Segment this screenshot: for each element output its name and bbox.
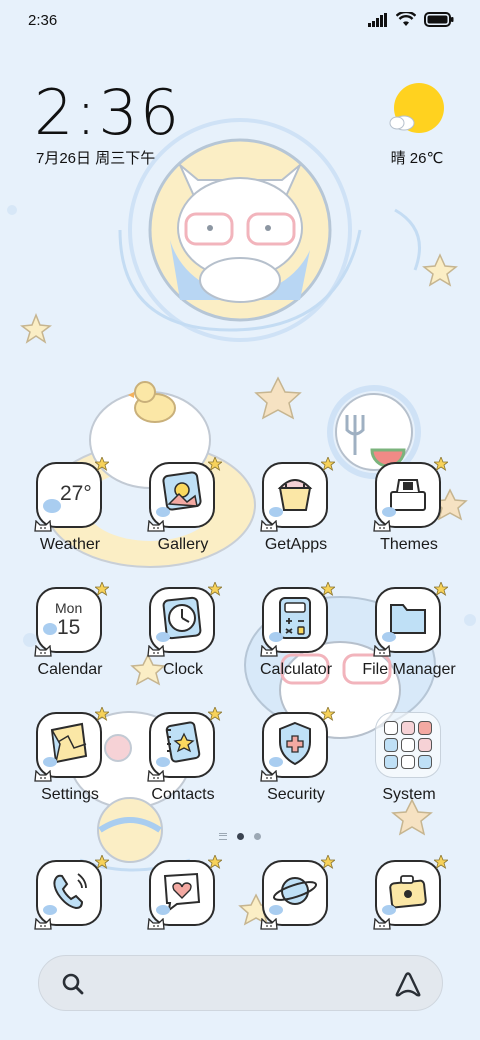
app-label: Gallery [157, 536, 209, 553]
sun-cloud-icon [389, 83, 444, 133]
search-icon[interactable] [61, 972, 85, 996]
page-indicator-menu [219, 832, 227, 840]
app-weather[interactable]: 27° Weather [14, 457, 126, 572]
star-badge-icon [95, 582, 109, 596]
contacts-icon [149, 712, 215, 778]
getapps-icon [262, 462, 328, 528]
star-badge-icon [321, 582, 335, 596]
cat-badge-icon [147, 770, 165, 782]
cat-badge-icon [147, 645, 165, 657]
cat-badge-icon [260, 770, 278, 782]
app-label: System [382, 786, 436, 803]
page-dot [254, 832, 261, 840]
app-label: Security [267, 786, 325, 803]
star-badge-icon [95, 457, 109, 471]
app-label: Calculator [259, 661, 333, 678]
messages-icon [149, 860, 215, 926]
dock-messages[interactable] [127, 855, 239, 930]
clock-icon [149, 587, 215, 653]
app-calendar[interactable]: Mon 15 Calendar [14, 582, 126, 697]
app-label: Weather [39, 536, 101, 553]
cat-badge-icon [34, 770, 52, 782]
star-badge-icon [208, 855, 222, 869]
dock-camera[interactable] [353, 855, 465, 930]
phone-icon [36, 860, 102, 926]
battery-icon [424, 12, 454, 27]
star-badge-icon [95, 707, 109, 721]
app-clock[interactable]: Clock [127, 582, 239, 697]
app-label: GetApps [264, 536, 328, 553]
app-label: File Manager [362, 661, 456, 678]
page-indicator[interactable] [200, 829, 280, 843]
star-badge-icon [321, 457, 335, 471]
search-bar[interactable] [38, 955, 443, 1011]
app-security[interactable]: Security [240, 707, 352, 822]
system-folder-icon [375, 712, 441, 778]
cat-badge-icon [147, 918, 165, 930]
themes-icon [375, 462, 441, 528]
app-contacts[interactable]: Contacts [127, 707, 239, 822]
star-badge-icon [208, 457, 222, 471]
app-themes[interactable]: Themes [353, 457, 465, 572]
weather-icon-temp: 27° [60, 482, 92, 505]
page-dot-active [237, 832, 244, 840]
weather-temp: 晴 26℃ [390, 150, 444, 167]
browser-icon [262, 860, 328, 926]
calculator-icon [262, 587, 328, 653]
status-icons [368, 12, 454, 27]
app-settings[interactable]: Settings [14, 707, 126, 822]
cat-badge-icon [260, 918, 278, 930]
weather-widget[interactable]: 晴 26℃ [384, 82, 448, 172]
status-bar: 2:36 [0, 0, 480, 42]
star-badge-icon [208, 707, 222, 721]
star-badge-icon [95, 855, 109, 869]
dock-browser[interactable] [240, 855, 352, 930]
clock-time: 2:36 [34, 76, 182, 149]
star-badge-icon [434, 855, 448, 869]
app-label: Calendar [37, 661, 103, 678]
gallery-icon [149, 462, 215, 528]
clock-date: 7月26日 周三下午 [36, 150, 156, 167]
signal-icon [368, 12, 387, 27]
status-time: 2:36 [28, 12, 58, 29]
app-file-manager[interactable]: File Manager [353, 582, 465, 697]
app-label: Clock [162, 661, 203, 678]
app-calculator[interactable]: Calculator [240, 582, 352, 697]
app-system-folder[interactable]: System [353, 712, 465, 822]
assistant-icon[interactable] [394, 971, 422, 997]
star-badge-icon [208, 582, 222, 596]
cat-badge-icon [34, 520, 52, 532]
cat-badge-icon [34, 645, 52, 657]
app-label: Settings [41, 786, 99, 803]
cat-badge-icon [34, 918, 52, 930]
star-badge-icon [434, 457, 448, 471]
wifi-icon [396, 12, 416, 26]
app-getapps[interactable]: GetApps [240, 457, 352, 572]
camera-icon [375, 860, 441, 926]
calendar-icon: Mon 15 [36, 587, 102, 653]
star-badge-icon [321, 707, 335, 721]
cat-badge-icon [147, 520, 165, 532]
star-badge-icon [434, 582, 448, 596]
shield-icon [262, 712, 328, 778]
folder-icon [375, 587, 441, 653]
cat-badge-icon [373, 918, 391, 930]
weather-icon: 27° [36, 462, 102, 528]
cat-badge-icon [373, 520, 391, 532]
cat-badge-icon [260, 645, 278, 657]
settings-icon [36, 712, 102, 778]
cat-badge-icon [373, 645, 391, 657]
star-badge-icon [321, 855, 335, 869]
cat-badge-icon [260, 520, 278, 532]
app-label: Contacts [151, 786, 215, 803]
app-label: Themes [380, 536, 438, 553]
app-gallery[interactable]: Gallery [127, 457, 239, 572]
dock-phone[interactable] [14, 855, 126, 930]
